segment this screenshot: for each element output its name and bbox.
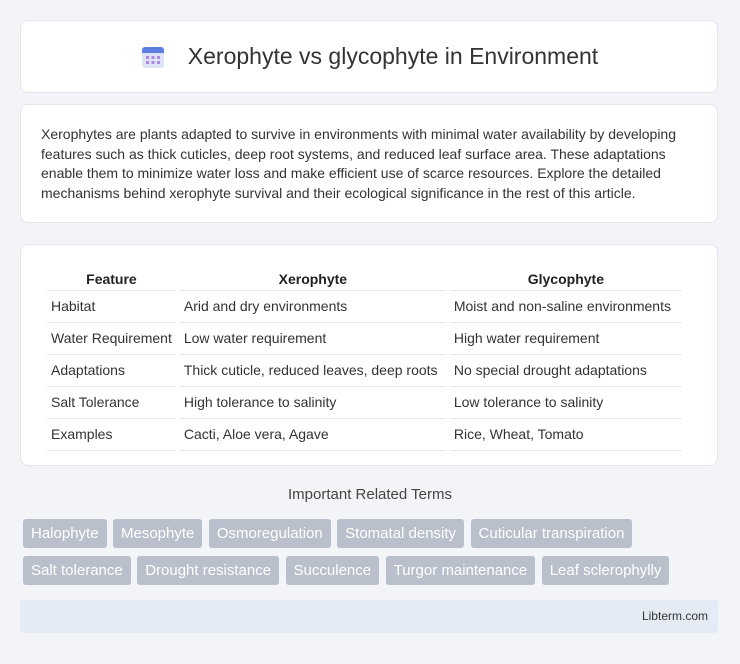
table-cell: Moist and non-saline environments — [449, 291, 682, 323]
table-cell: Salt Tolerance — [47, 387, 176, 419]
related-term-tag[interactable]: Mesophyte — [113, 519, 203, 548]
calendar-icon — [141, 46, 164, 68]
related-term-tag[interactable]: Cuticular transpiration — [470, 519, 633, 548]
intro-card: Xerophytes are plants adapted to survive… — [20, 104, 718, 223]
table-cell: Adaptations — [47, 355, 176, 387]
intro-text: Xerophytes are plants adapted to survive… — [41, 126, 676, 201]
related-term-tag[interactable]: Halophyte — [23, 519, 107, 548]
table-cell: Water Requirement — [47, 323, 176, 355]
page-title-text: Xerophyte vs glycophyte in Environment — [187, 43, 599, 69]
table-cell: High tolerance to salinity — [179, 387, 446, 419]
related-term-tag[interactable]: Turgor maintenance — [385, 556, 536, 585]
table-row: Salt Tolerance High tolerance to salinit… — [47, 387, 682, 419]
table-row: Habitat Arid and dry environments Moist … — [47, 291, 682, 323]
table-cell: Examples — [47, 419, 176, 451]
table-header-row: Feature Xerophyte Glycophyte — [47, 265, 682, 291]
related-term-tag[interactable]: Drought resistance — [137, 556, 280, 585]
footer-brand-link[interactable]: Libterm.com — [642, 609, 708, 623]
table-cell: Thick cuticle, reduced leaves, deep root… — [179, 355, 446, 387]
table-cell: Low water requirement — [179, 323, 446, 355]
column-header: Xerophyte — [179, 265, 446, 291]
comparison-card: Feature Xerophyte Glycophyte Habitat Ari… — [20, 244, 718, 466]
table-cell: Low tolerance to salinity — [449, 387, 682, 419]
column-header: Feature — [47, 265, 176, 291]
related-term-tag[interactable]: Salt tolerance — [23, 556, 131, 585]
table-cell: Cacti, Aloe vera, Agave — [179, 419, 446, 451]
related-terms-heading: Important Related Terms — [288, 486, 452, 503]
related-term-tag[interactable]: Osmoregulation — [208, 519, 331, 548]
table-cell: Rice, Wheat, Tomato — [449, 419, 682, 451]
related-term-tag[interactable]: Succulence — [285, 556, 380, 585]
table-row: Adaptations Thick cuticle, reduced leave… — [47, 355, 682, 387]
title-card: Xerophyte vs glycophyte in Environment — [20, 20, 718, 93]
comparison-table: Feature Xerophyte Glycophyte Habitat Ari… — [43, 265, 686, 451]
table-row: Water Requirement Low water requirement … — [47, 323, 682, 355]
table-row: Examples Cacti, Aloe vera, Agave Rice, W… — [47, 419, 682, 451]
related-term-tag[interactable]: Stomatal density — [337, 519, 465, 548]
table-cell: Habitat — [47, 291, 176, 323]
related-term-tag[interactable]: Leaf sclerophylly — [541, 556, 670, 585]
related-terms-list: Halophyte Mesophyte Osmoregulation Stoma… — [23, 519, 723, 593]
table-cell: High water requirement — [449, 323, 682, 355]
page-title: Xerophyte vs glycophyte in Environment — [140, 43, 598, 70]
table-cell: Arid and dry environments — [179, 291, 446, 323]
table-cell: No special drought adaptations — [449, 355, 682, 387]
footer: Libterm.com — [20, 600, 718, 633]
column-header: Glycophyte — [449, 265, 682, 291]
